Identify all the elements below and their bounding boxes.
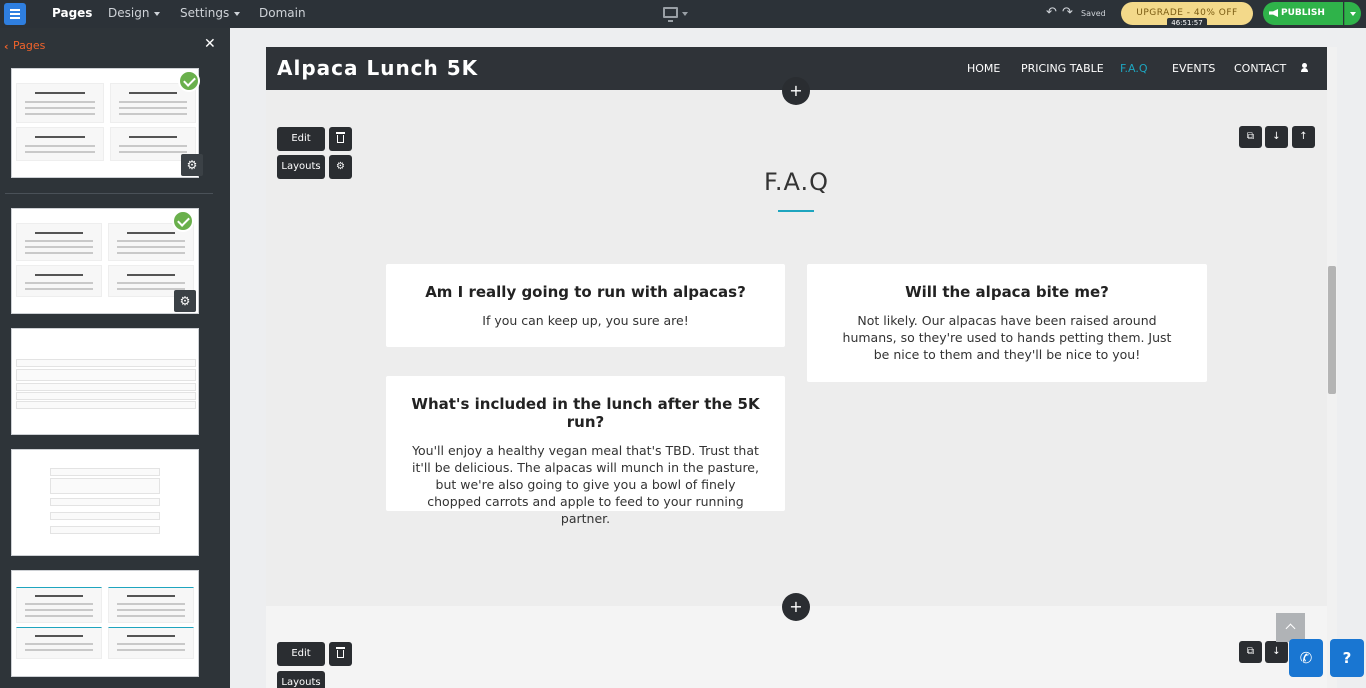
site-logo[interactable]: Alpaca Lunch 5K	[277, 56, 478, 80]
faq-question: Am I really going to run with alpacas?	[425, 283, 746, 301]
thumb-row	[50, 512, 160, 520]
thumb-card	[16, 83, 104, 123]
duplicate-section-button[interactable]: ⧉	[1239, 126, 1262, 148]
layout-thumbnail-3[interactable]	[11, 328, 199, 435]
phone-icon: ✆	[1299, 649, 1313, 667]
layout-thumbnail-5[interactable]	[11, 570, 199, 677]
faq-card[interactable]: What's included in the lunch after the 5…	[386, 376, 785, 526]
faq-answer: If you can keep up, you sure are!	[482, 313, 689, 328]
close-icon[interactable]: ✕	[204, 36, 216, 52]
nav-design[interactable]: Design	[108, 6, 161, 20]
duplicate-section-button[interactable]: ⧉	[1239, 641, 1262, 663]
faq-answer: Not likely. Our alpacas have been raised…	[842, 313, 1172, 362]
layout-thumbnail-2[interactable]	[11, 208, 199, 314]
nav-settings[interactable]: Settings	[180, 6, 241, 20]
undo-icon[interactable]: ↶	[1046, 5, 1057, 20]
thumb-row	[50, 478, 160, 494]
move-up-button[interactable]: ↑	[1292, 126, 1315, 148]
thumb-row	[16, 401, 196, 409]
chevron-left-icon[interactable]: ‹	[4, 40, 9, 53]
layout-thumbnail-1[interactable]	[11, 68, 199, 178]
thumb-card	[16, 223, 102, 261]
copy-icon: ⧉	[1246, 131, 1255, 142]
publish-label: PUBLISH	[1281, 8, 1325, 18]
site-nav-faq[interactable]: F.A.Q	[1120, 62, 1148, 75]
edit-section-button[interactable]: Edit	[277, 642, 325, 666]
thumb-row	[50, 468, 160, 476]
move-down-button[interactable]: ↓	[1265, 641, 1288, 663]
publish-button[interactable]: PUBLISH	[1263, 2, 1343, 25]
faq-card[interactable]: Will the alpaca bite me? Not likely. Our…	[807, 264, 1207, 382]
sidebar-header: ‹ Pages ✕	[0, 36, 230, 54]
thumb-row	[16, 392, 196, 400]
faq-card[interactable]: Am I really going to run with alpacas? I…	[386, 264, 785, 347]
delete-section-button[interactable]	[329, 127, 352, 151]
divider	[5, 193, 213, 194]
thumb-card	[16, 127, 104, 161]
help-button[interactable]: ?	[1330, 639, 1364, 677]
nav-pages[interactable]: Pages	[52, 6, 92, 20]
desktop-icon[interactable]	[663, 7, 678, 22]
layouts-button[interactable]: Layouts	[277, 671, 325, 688]
thumb-card	[108, 627, 194, 659]
arrow-down-icon: ↓	[1272, 646, 1281, 657]
faq-question: Will the alpaca bite me?	[905, 283, 1109, 301]
thumb-row	[50, 498, 160, 506]
faq-question: What's included in the lunch after the 5…	[411, 395, 760, 431]
add-section-button[interactable]: +	[782, 77, 810, 105]
thumb-row	[16, 369, 196, 381]
edit-section-button[interactable]: Edit	[277, 127, 325, 151]
nav-design-label: Design	[108, 6, 150, 20]
arrow-up-icon: ↑	[1299, 131, 1308, 142]
publish-dropdown-button[interactable]	[1344, 2, 1361, 25]
nav-settings-label: Settings	[180, 6, 230, 20]
selected-check-icon	[172, 210, 194, 232]
gear-icon[interactable]: ⚙	[181, 154, 203, 176]
thumb-row	[16, 383, 196, 391]
selected-check-icon	[178, 70, 200, 92]
phone-support-button[interactable]: ✆	[1289, 639, 1323, 677]
trash-icon	[336, 647, 345, 658]
thumb-row	[16, 359, 196, 367]
site-nav-contact[interactable]: CONTACT	[1234, 62, 1286, 75]
add-section-button[interactable]: +	[782, 593, 810, 621]
gear-icon[interactable]: ⚙	[174, 290, 196, 312]
section-title: F.A.Q	[763, 168, 830, 196]
thumb-card	[108, 587, 194, 623]
site-nav-home[interactable]: HOME	[967, 62, 1000, 75]
layout-thumbnail-4[interactable]	[11, 449, 199, 556]
site-nav-pricing-table[interactable]: PRICING TABLE	[1021, 62, 1104, 75]
thumb-card	[16, 265, 102, 297]
chevron-down-icon	[234, 11, 241, 16]
pages-sidebar: ‹ Pages ✕ ⚙ ⚙	[0, 28, 230, 688]
site-nav-events[interactable]: EVENTS	[1172, 62, 1215, 75]
thumb-card	[16, 587, 102, 623]
trash-icon	[336, 132, 345, 143]
megaphone-icon	[1269, 9, 1278, 17]
copy-icon: ⧉	[1246, 646, 1255, 657]
faq-answer: You'll enjoy a healthy vegan meal that's…	[412, 443, 759, 526]
title-underline	[778, 210, 814, 212]
menu-icon[interactable]	[4, 3, 26, 25]
chevron-down-icon	[154, 11, 161, 16]
nav-domain[interactable]: Domain	[259, 6, 306, 20]
chevron-down-icon[interactable]	[682, 12, 688, 16]
scroll-to-top-button[interactable]	[1276, 613, 1305, 642]
saved-status: Saved	[1081, 9, 1106, 18]
delete-section-button[interactable]	[329, 642, 352, 666]
top-bar: Pages Design Settings Domain ↶ ↷ Saved U…	[0, 0, 1366, 29]
website-preview: Alpaca Lunch 5K HOME PRICING TABLE F.A.Q…	[266, 47, 1327, 688]
thumb-card	[16, 627, 102, 659]
sidebar-title[interactable]: Pages	[13, 39, 45, 52]
scrollbar-thumb[interactable]	[1328, 266, 1336, 394]
user-icon[interactable]	[1301, 63, 1308, 73]
redo-icon[interactable]: ↷	[1062, 5, 1073, 20]
arrow-down-icon: ↓	[1272, 131, 1281, 142]
move-down-button[interactable]: ↓	[1265, 126, 1288, 148]
thumb-row	[50, 526, 160, 534]
